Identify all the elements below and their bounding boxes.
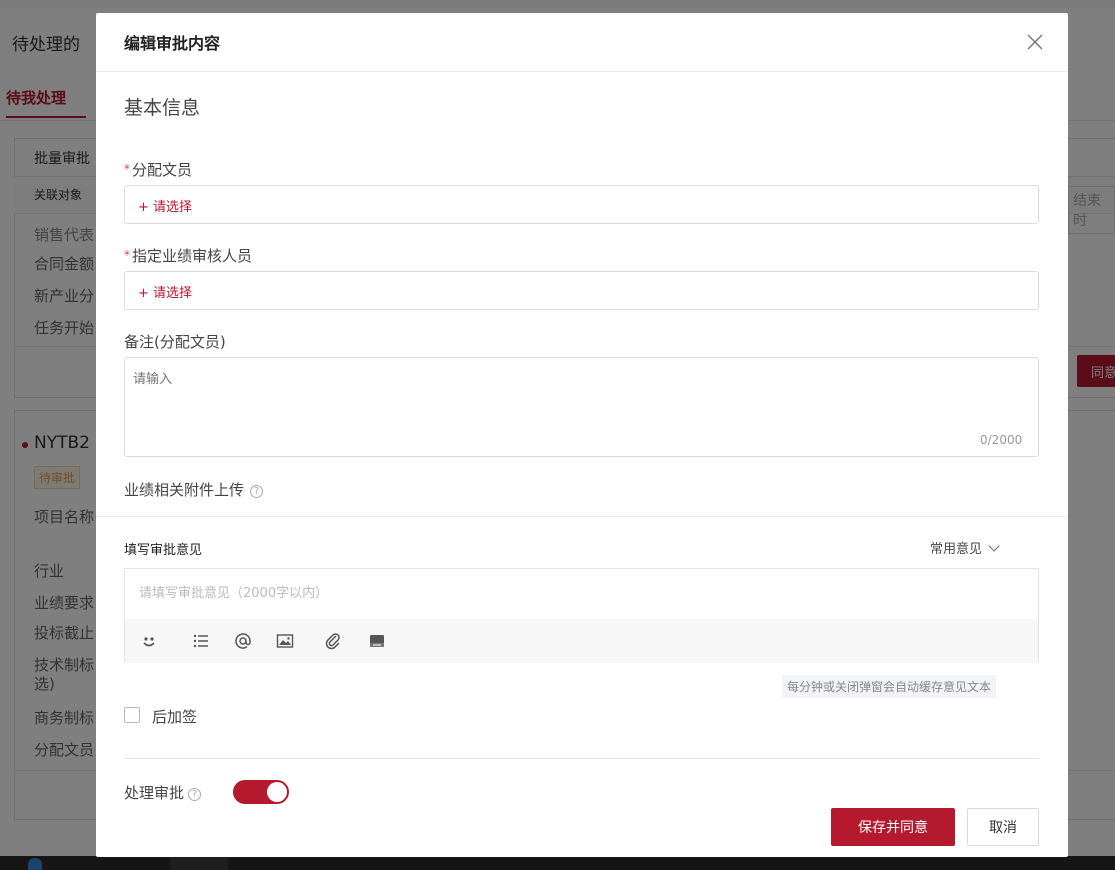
remark-char-count: 0/2000 <box>980 433 1023 447</box>
assign-clerk-placeholder: + 请选择 <box>138 200 193 215</box>
remark-textarea[interactable] <box>124 357 1039 457</box>
save-and-agree-button[interactable]: 保存并同意 <box>831 808 955 846</box>
assign-clerk-select[interactable]: + 请选择 <box>124 185 1039 224</box>
countersign-label[interactable]: 后加签 <box>152 706 197 727</box>
cancel-button[interactable]: 取消 <box>967 808 1039 846</box>
storage-icon[interactable] <box>367 631 387 651</box>
chevron-down-icon <box>988 540 1000 552</box>
opinion-editor[interactable]: 请填写审批意见（2000字以内） <box>124 568 1039 663</box>
common-opinion-dropdown[interactable]: 常用意见 <box>930 538 1000 557</box>
attachment-icon[interactable] <box>323 631 343 651</box>
opinion-divider <box>96 516 1068 517</box>
editor-toolbar <box>125 619 1038 663</box>
section-title: 基本信息 <box>124 97 201 119</box>
footer-divider <box>124 758 1039 759</box>
modal-title: 编辑审批内容 <box>124 34 221 53</box>
emoji-icon[interactable] <box>139 631 159 651</box>
required-asterisk: * <box>124 248 130 262</box>
help-icon[interactable]: ? <box>250 485 264 498</box>
reviewer-placeholder: + 请选择 <box>138 286 193 301</box>
remark-label: 备注(分配文员) <box>124 333 226 351</box>
required-asterisk: * <box>124 162 130 176</box>
toggle-knob <box>267 782 287 802</box>
reviewer-label: * 指定业绩审核人员 <box>124 247 253 265</box>
edit-approval-modal: 编辑审批内容 基本信息 * 分配文员 + 请选择 * 指定业绩审核人员 + 请选择 … <box>96 13 1068 857</box>
help-icon[interactable]: ? <box>188 788 202 801</box>
countersign-checkbox[interactable] <box>124 707 140 723</box>
process-approval-toggle[interactable] <box>233 780 289 804</box>
mention-icon[interactable] <box>233 631 253 651</box>
list-icon[interactable] <box>191 631 211 651</box>
header-divider <box>96 71 1068 72</box>
reviewer-select[interactable]: + 请选择 <box>124 271 1039 310</box>
attachment-upload-label: 业绩相关附件上传? <box>124 479 264 500</box>
opinion-input[interactable]: 请填写审批意见（2000字以内） <box>139 582 328 601</box>
image-icon[interactable] <box>275 631 295 651</box>
opinion-label: 填写审批意见 <box>124 543 203 558</box>
assign-clerk-label: * 分配文员 <box>124 161 193 179</box>
autosave-hint: 每分钟或关闭弹窗会自动缓存意见文本 <box>782 675 997 698</box>
close-icon[interactable] <box>1024 31 1046 53</box>
process-approval-label: 处理审批? <box>124 782 202 803</box>
